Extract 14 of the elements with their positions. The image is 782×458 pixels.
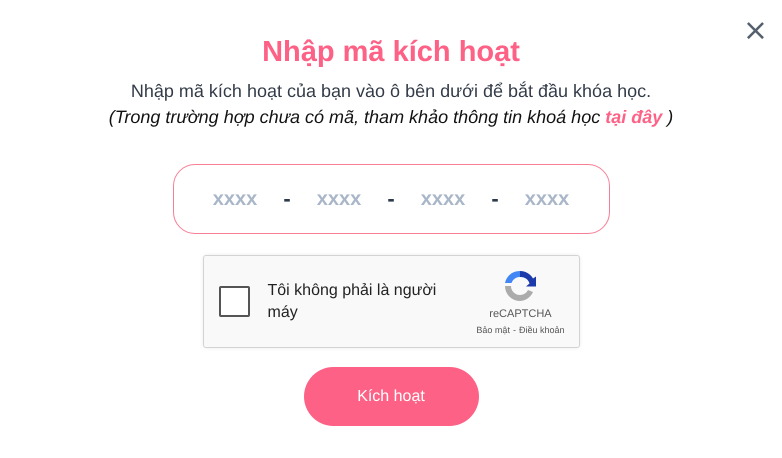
captcha-checkbox[interactable] (218, 286, 250, 317)
separator-text: - (512, 325, 516, 335)
dialog-title: Nhập mã kích hoạt (262, 35, 520, 70)
privacy-link[interactable]: Bảo mật (476, 325, 510, 335)
recaptcha-icon (502, 268, 538, 304)
terms-link[interactable]: Điều khoản (518, 325, 564, 335)
close-button[interactable]: × (738, 16, 772, 46)
separator-text: - (490, 186, 500, 212)
brand-text: reCAPTCHA (489, 308, 552, 320)
captcha-label: Tôi không phải là người máy (268, 280, 438, 322)
description-text: Nhập mã kích hoạt của bạn vào ô bên dưới để bắt đầu khóa học. (130, 80, 652, 103)
separator-text: - (386, 186, 396, 212)
separator-text: - (282, 186, 292, 212)
note-text: (Trong trường hợp chưa có mã, tham khảo thông tin khoá học tại đây ) (108, 106, 674, 129)
